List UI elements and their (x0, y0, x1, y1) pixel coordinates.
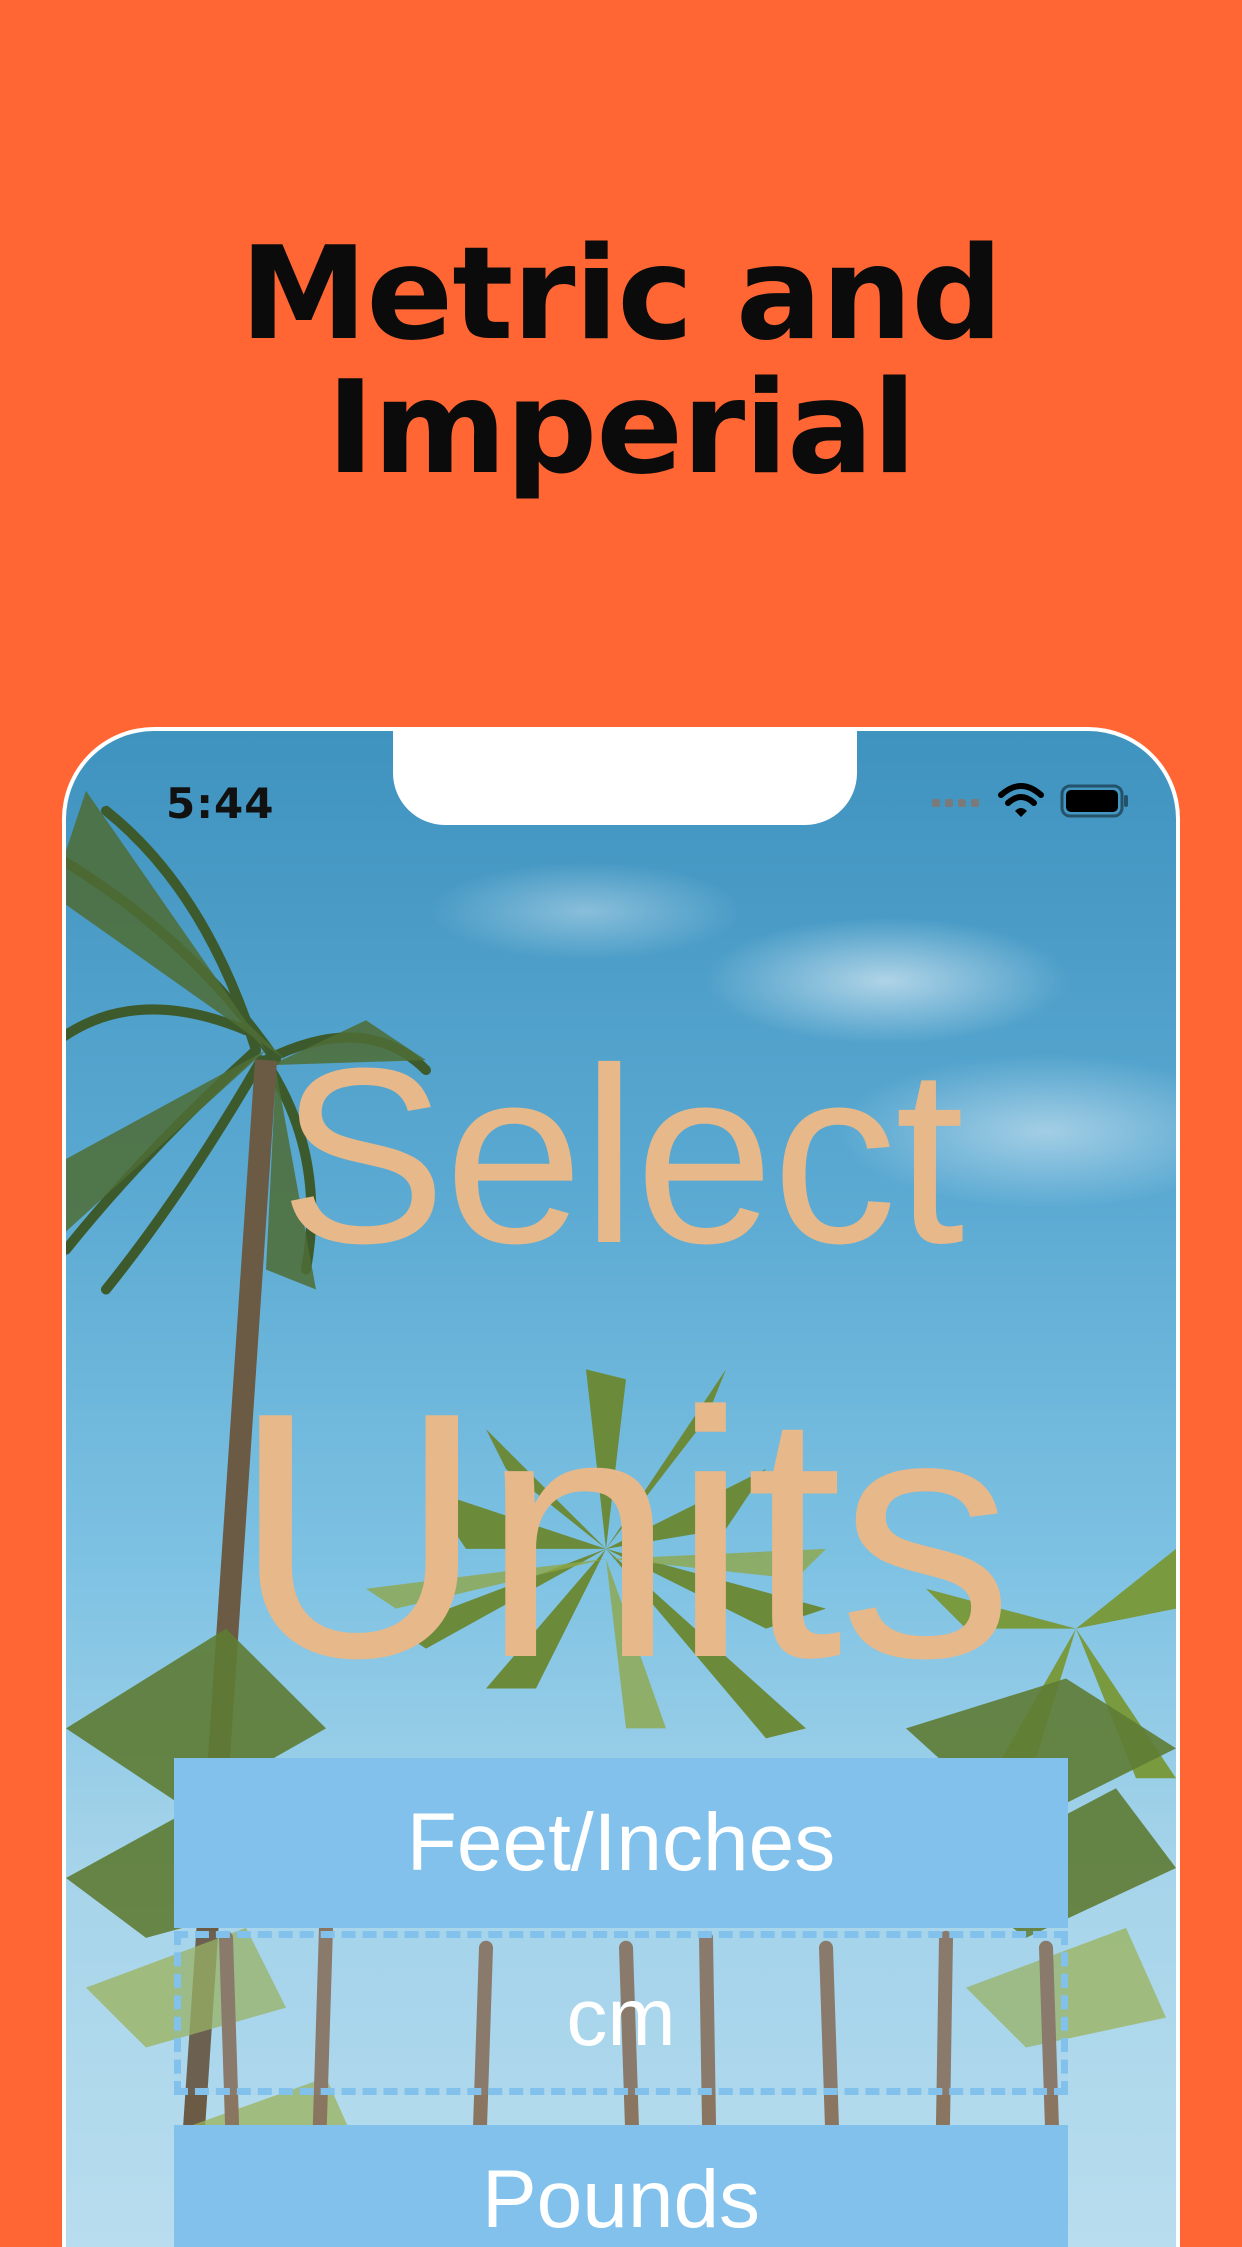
pounds-button[interactable]: Pounds (174, 2125, 1068, 2247)
headline-line-1: Metric and (240, 220, 1003, 369)
phone-frame: 5:44 Select Units Feet/Inches cm Pounds (62, 727, 1180, 2247)
title-units: Units (232, 1340, 1013, 1731)
promo-headline: Metric and Imperial (0, 228, 1242, 496)
feet-inches-button[interactable]: Feet/Inches (174, 1758, 1068, 1928)
battery-icon (1060, 784, 1130, 823)
status-icons (932, 782, 1130, 824)
status-time: 5:44 (166, 779, 275, 828)
signal-dots-icon (932, 794, 982, 812)
cm-button[interactable]: cm (174, 1931, 1068, 2095)
title-select: Select (279, 1016, 965, 1295)
wifi-icon (998, 782, 1044, 824)
notch (393, 731, 857, 825)
headline-line-2: Imperial (326, 354, 917, 503)
app-screen: 5:44 Select Units Feet/Inches cm Pounds (66, 731, 1176, 2247)
